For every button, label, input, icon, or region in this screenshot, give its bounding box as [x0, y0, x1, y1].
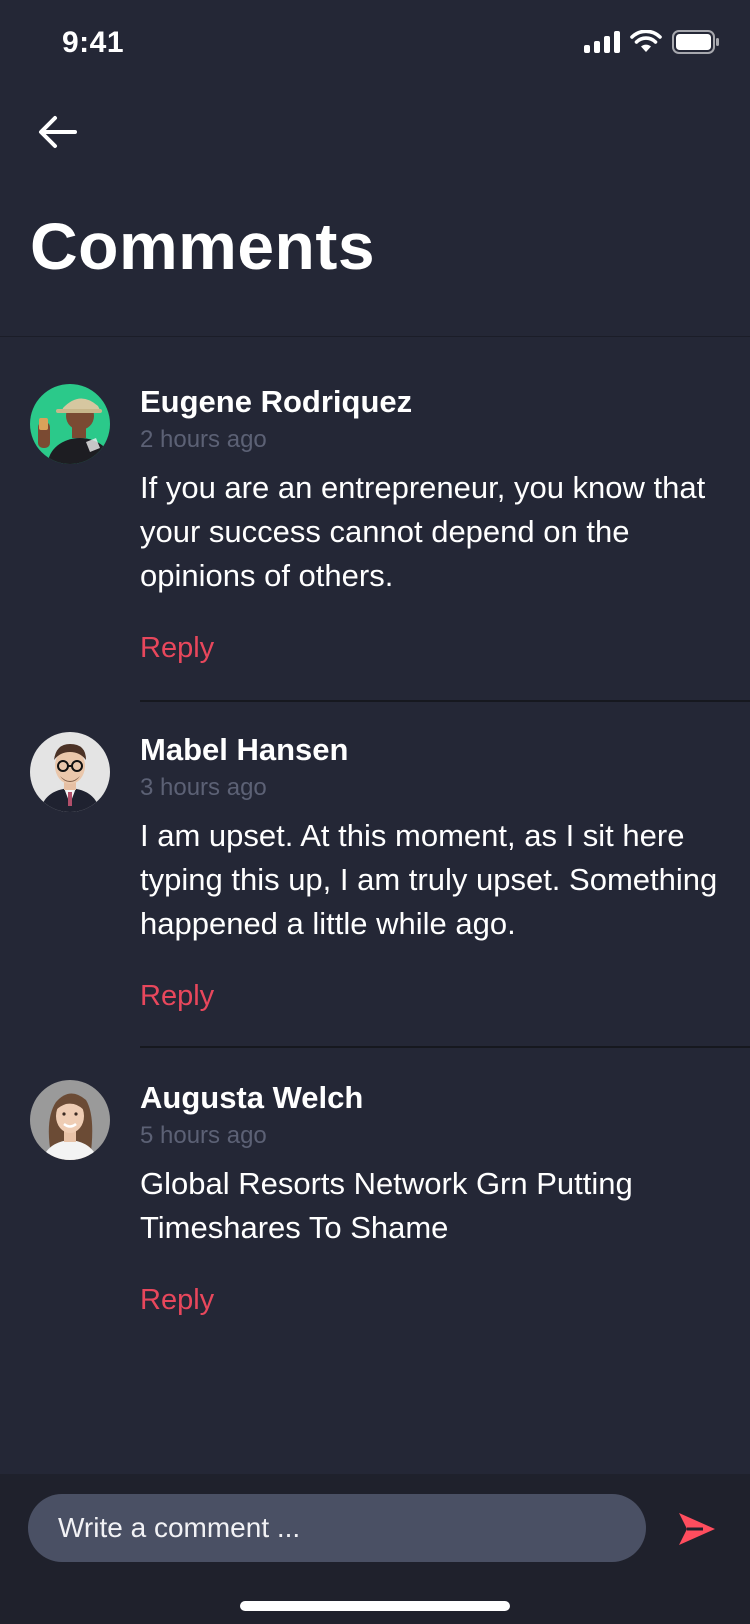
comment-divider: [140, 1046, 750, 1048]
reply-button[interactable]: Reply: [140, 980, 214, 1013]
comment-composer: [0, 1474, 750, 1624]
comment-text: Global Resorts Network Grn Putting Times…: [140, 1166, 633, 1245]
page-title: Comments: [30, 209, 376, 283]
comments-screen: 9:41 Comments Eugene Rodriquez 2 hours a…: [0, 0, 750, 1624]
avatar-image: [30, 384, 110, 464]
comment-author[interactable]: Eugene Rodriquez: [140, 384, 412, 420]
comment-timestamp: 2 hours ago: [140, 426, 267, 453]
comment-text: I am upset. At this moment, as I sit her…: [140, 818, 718, 941]
back-button[interactable]: [34, 108, 82, 156]
avatar[interactable]: [30, 384, 110, 464]
comment-input[interactable]: [28, 1494, 646, 1562]
cellular-signal-icon: [584, 31, 620, 53]
comment-author[interactable]: Augusta Welch: [140, 1080, 363, 1116]
avatar-image: [30, 732, 110, 812]
home-indicator: [240, 1601, 510, 1611]
comment-timestamp: 5 hours ago: [140, 1122, 267, 1149]
comment-text: If you are an entrepreneur, you know tha…: [140, 470, 706, 593]
reply-button[interactable]: Reply: [140, 632, 214, 665]
send-icon: [679, 1513, 715, 1545]
header-divider: [0, 336, 750, 337]
battery-icon: [672, 30, 719, 54]
arrow-left-icon: [39, 116, 77, 148]
comment-timestamp: 3 hours ago: [140, 774, 267, 801]
status-icons: [584, 30, 720, 54]
avatar[interactable]: [30, 732, 110, 812]
comment-divider: [140, 700, 750, 702]
status-time: 9:41: [62, 26, 125, 59]
send-button[interactable]: [672, 1504, 722, 1554]
status-bar: 9:41: [0, 0, 750, 90]
reply-button[interactable]: Reply: [140, 1284, 214, 1317]
comment-author[interactable]: Mabel Hansen: [140, 732, 348, 768]
avatar-image: [30, 1080, 110, 1160]
avatar[interactable]: [30, 1080, 110, 1160]
wifi-icon: [630, 30, 662, 52]
